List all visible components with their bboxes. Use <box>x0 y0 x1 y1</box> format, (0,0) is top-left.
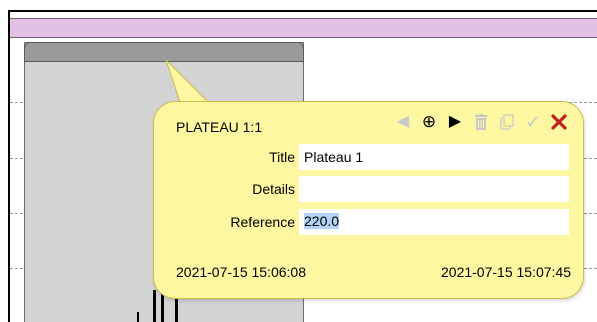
title-label: Title <box>269 149 295 165</box>
signal-bar <box>153 290 156 322</box>
plateau-popup: PLATEAU 1:1 ◀ ⊕ ▶ ✓ Title Plateau 1 Deta… <box>153 101 584 299</box>
time-range: 2021-07-15 15:06:08 2021-07-15 15:07:45 <box>176 264 571 280</box>
popup-title: PLATEAU 1:1 <box>176 119 263 135</box>
reference-input[interactable]: 220.0 <box>299 209 569 235</box>
details-field-row: Details <box>154 176 585 202</box>
reference-field-row: Reference 220.0 <box>154 209 585 235</box>
title-input[interactable] <box>299 144 569 170</box>
copy-icon[interactable] <box>497 112 517 132</box>
details-input[interactable] <box>299 176 569 202</box>
title-field-row: Title <box>154 144 585 170</box>
next-icon[interactable]: ▶ <box>445 112 465 132</box>
frame-top-border <box>8 10 597 12</box>
popup-toolbar: ◀ ⊕ ▶ ✓ <box>393 110 569 134</box>
signal-bar <box>175 296 178 322</box>
end-time: 2021-07-15 15:07:45 <box>441 264 571 280</box>
header-band <box>10 18 597 38</box>
reference-value: 220.0 <box>304 213 340 229</box>
close-icon[interactable] <box>549 112 569 132</box>
trash-icon[interactable] <box>471 112 491 132</box>
check-icon[interactable]: ✓ <box>523 112 543 132</box>
center-icon[interactable]: ⊕ <box>419 112 439 132</box>
popup-pointer <box>165 59 210 104</box>
start-time: 2021-07-15 15:06:08 <box>176 264 306 280</box>
frame-left-border <box>8 10 10 322</box>
previous-icon[interactable]: ◀ <box>393 112 413 132</box>
top-margin <box>0 0 597 10</box>
chart-canvas: PLATEAU 1:1 ◀ ⊕ ▶ ✓ Title Plateau 1 Deta… <box>0 0 597 322</box>
signal-bar <box>137 312 139 322</box>
details-label: Details <box>252 181 295 197</box>
reference-label: Reference <box>230 214 295 230</box>
